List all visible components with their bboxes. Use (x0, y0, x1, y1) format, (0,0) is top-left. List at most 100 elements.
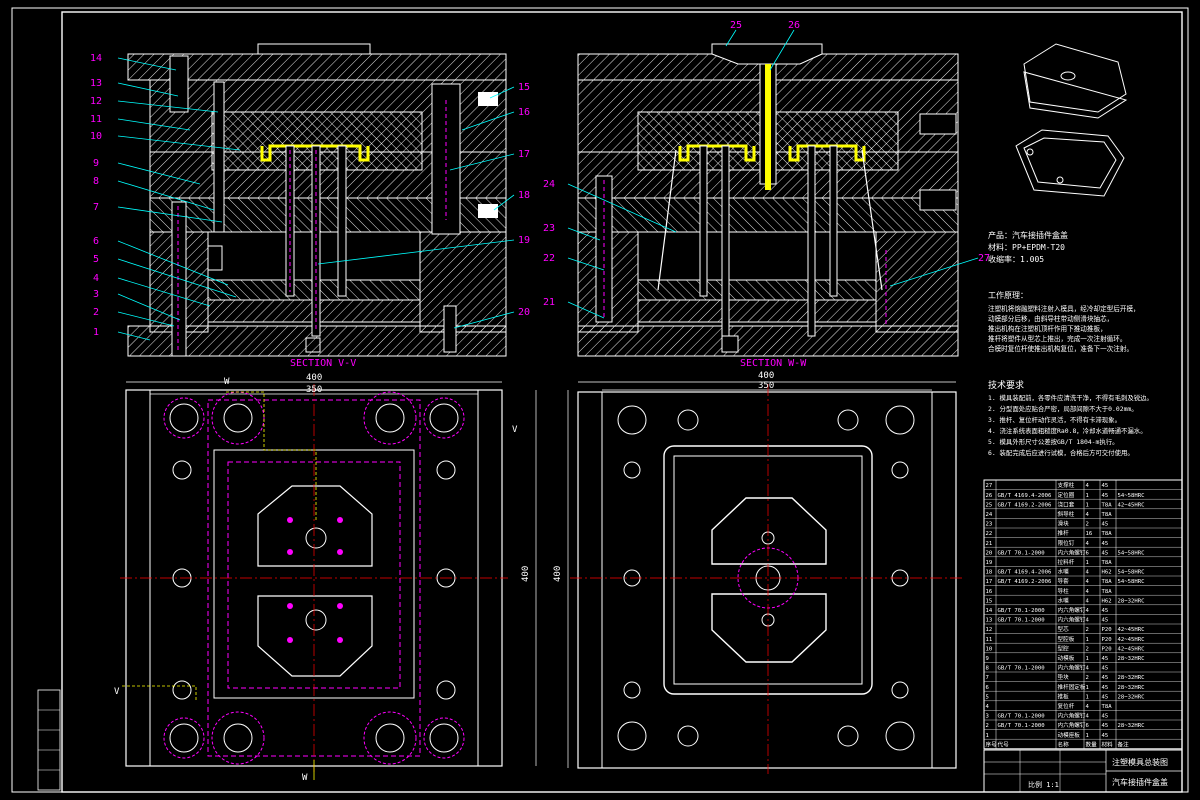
bom-cell-mat: 45 (1102, 666, 1109, 672)
bom-cell-note: 42~45HRC (1118, 646, 1145, 652)
plan-left-dim-width: 400 (306, 373, 322, 383)
bom-cell-no: 22 (986, 531, 993, 537)
bom-cell-name: 支撑柱 (1058, 481, 1075, 489)
bom-cell-no: 24 (986, 512, 993, 518)
part-iso-bottom (1015, 129, 1125, 197)
bom-cell-qty: 4 (1086, 598, 1090, 604)
callout-7: 7 (93, 202, 99, 213)
bom-cell-code: GB/T 70.1-2000 (998, 714, 1045, 720)
work-note-line: 动模部分后移，由斜导柱带动侧滑块抽芯， (988, 314, 1113, 323)
bom-cell-mat: T8A (1102, 579, 1113, 585)
bom-cell-mat: 45 (1102, 733, 1109, 739)
bom-table: 27 支撑柱 4 4526 GB/T 4169.4-2006 定位圈 1 45 54~58HRC… (983, 479, 1183, 750)
callout-15: 15 (518, 82, 530, 93)
bom-cell-code: 代号 (998, 740, 1010, 748)
tech-requirements: 技术要求 1. 模具装配前，各零件应清洗干净，不得有毛刺及锐边。 2. 分型面处… (988, 379, 1153, 457)
plan-left-dim-height: 400 (521, 566, 531, 582)
work-notes-heading: 工作原理： (988, 290, 1028, 300)
tech-req-line: 4. 浇注系统表面粗糙度Ra0.8，冷却水道畅通不漏水。 (988, 426, 1147, 435)
bom-cell-no: 21 (986, 541, 993, 547)
bom-cell-qty: 1 (1086, 685, 1089, 691)
bom-cell-no: 1 (986, 733, 989, 739)
bom-cell-code: GB/T 70.1-2000 (998, 666, 1045, 672)
bom-cell-qty: 1 (1086, 502, 1089, 508)
bom-cell-qty: 4 (1086, 579, 1090, 585)
bom-cell-mat: T8A (1102, 560, 1113, 566)
callout-23: 23 (543, 223, 555, 234)
section-left-caption: SECTION V-V (290, 358, 356, 369)
bom-cell-code: GB/T 70.1-2000 (998, 608, 1045, 614)
callout-1: 1 (93, 327, 99, 338)
bom-cell-code: GB/T 4169.4-2006 (998, 493, 1052, 499)
bom-cell-no: 23 (986, 522, 993, 528)
callout-6: 6 (93, 236, 99, 247)
bom-cell-name: 名称 (1058, 740, 1070, 748)
callout-22: 22 (543, 253, 555, 264)
bom-cell-mat: T8A (1102, 512, 1113, 518)
bom-cell-note: 54~58HRC (1118, 550, 1145, 556)
callout-11: 11 (90, 114, 102, 125)
bom-cell-qty: 1 (1086, 733, 1089, 739)
bom-cell-note: 28~32HRC (1118, 723, 1145, 729)
title-drawing-name: 注塑模具总装图 (1112, 757, 1168, 767)
bom-cell-name: 内六角螺钉 (1058, 721, 1086, 729)
bom-cell-qty: 2 (1086, 627, 1089, 633)
bom-cell-qty: 6 (1086, 723, 1089, 729)
bom-cell-no: 12 (986, 627, 993, 633)
bom-cell-name: 限位钉 (1058, 539, 1075, 547)
bom-cell-mat: 45 (1102, 493, 1109, 499)
bom-cell-qty: 4 (1086, 714, 1090, 720)
bom-cell-note: 54~58HRC (1118, 570, 1145, 576)
work-notes: 工作原理： 注塑机将熔融塑料注射入模具，经冷却定型后开模， 动模部分后移，由斜导… (988, 290, 1140, 353)
bom-cell-mat: T8A (1102, 704, 1113, 710)
tech-req-line: 5. 模具外形尺寸公差按GB/T 1804-m执行。 (988, 437, 1119, 446)
work-note-line: 推杆将塑件从型芯上推出，完成一次注射循环。 (988, 334, 1126, 343)
bom-cell-mat: P20 (1102, 627, 1112, 633)
bom-cell-note: 28~32HRC (1118, 675, 1145, 681)
bom-cell-mat: 45 (1102, 541, 1109, 547)
bom-cell-mat: 45 (1102, 694, 1109, 700)
tech-req-line: 6. 装配完成后应进行试模，合格后方可交付使用。 (988, 448, 1134, 457)
callout-2: 2 (93, 307, 99, 318)
bom-cell-name: 水嘴 (1058, 596, 1070, 604)
bom-cell-name: 水嘴 (1058, 568, 1070, 576)
bom-cell-name: 内六角螺钉 (1058, 712, 1086, 720)
callout-25: 25 (730, 20, 742, 31)
bom-cell-no: 序号 (986, 740, 998, 748)
bom-cell-note: 42~45HRC (1118, 637, 1145, 643)
bom-cell-qty: 4 (1086, 541, 1090, 547)
work-note-line: 注塑机将熔融塑料注射入模具，经冷却定型后开模， (988, 304, 1140, 313)
section-right-caption: SECTION W-W (740, 358, 807, 369)
bom-cell-code: GB/T 70.1-2000 (998, 723, 1045, 729)
callout-9: 9 (93, 158, 99, 169)
bom-cell-name: 垫块 (1058, 673, 1070, 681)
bom-cell-qty: 2 (1086, 675, 1089, 681)
callout-26: 26 (788, 20, 800, 31)
bom-cell-no: 10 (986, 646, 993, 652)
plan-left-cut-v-right: V (512, 425, 518, 435)
callout-14: 14 (90, 53, 102, 64)
section-left (127, 43, 507, 357)
product-shrinkage: 收缩率：1.005 (988, 254, 1044, 264)
bom-cell-qty: 16 (1086, 531, 1093, 537)
bom-cell-name: 内六角螺钉 (1058, 606, 1086, 614)
bom-cell-code: GB/T 70.1-2000 (998, 550, 1045, 556)
bom-cell-name: 推杆 (1058, 529, 1070, 537)
bom-cell-mat: 45 (1102, 608, 1109, 614)
bom-cell-no: 8 (986, 666, 990, 672)
callout-19: 19 (518, 235, 530, 246)
callout-20: 20 (518, 307, 530, 318)
bom-cell-name: 导套 (1058, 577, 1070, 585)
bom-cell-qty: 4 (1086, 589, 1090, 595)
bom-cell-name: 内六角螺钉 (1058, 664, 1086, 672)
tech-req-line: 2. 分型面处应贴合严密，局部间隙不大于0.02mm。 (988, 404, 1138, 413)
bom-cell-mat: 45 (1102, 723, 1109, 729)
bom-cell-qty: 2 (1086, 522, 1089, 528)
callout-10: 10 (90, 131, 102, 142)
bom-cell-name: 推杆固定板 (1058, 683, 1086, 691)
bom-cell-qty: 数量 (1086, 740, 1098, 748)
bom-cell-qty: 1 (1086, 656, 1089, 662)
title-part-name: 汽车接插件盒盖 (1112, 777, 1168, 787)
bom-cell-no: 14 (986, 608, 993, 614)
bom-cell-no: 26 (986, 493, 993, 499)
